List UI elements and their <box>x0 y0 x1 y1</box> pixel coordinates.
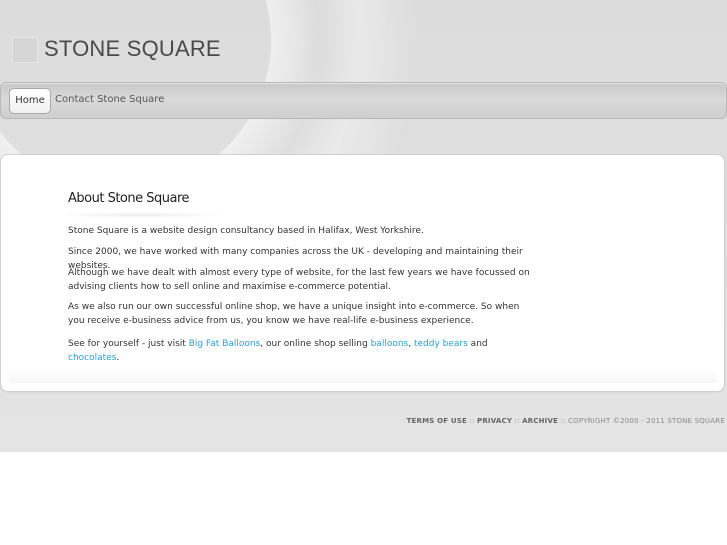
logo-square-icon <box>12 37 38 63</box>
footer-separator: :: <box>467 417 477 425</box>
chocolates-link[interactable]: chocolates <box>68 353 116 363</box>
page-heading: About Stone Square <box>68 191 190 206</box>
period-text: . <box>116 352 120 363</box>
terms-of-use-link[interactable]: TERMS OF USE <box>407 417 467 425</box>
visit-text: See for yourself - just visit <box>68 339 189 349</box>
archive-link[interactable]: ARCHIVE <box>522 417 558 425</box>
ecommerce-paragraph: As we also run our own successful online… <box>68 302 520 326</box>
teddy-bears-link[interactable]: teddy bears <box>414 339 468 349</box>
balloons-link[interactable]: balloons <box>371 339 409 349</box>
intro-paragraph: Stone Square is a website design consult… <box>68 226 424 236</box>
big-fat-balloons-link[interactable]: Big Fat Balloons <box>189 339 261 349</box>
content-panel: About Stone Square Stone Square is a web… <box>0 154 725 392</box>
footer: TERMS OF USE :: PRIVACY :: ARCHIVE :: CO… <box>407 417 725 425</box>
heading-underline <box>68 212 228 218</box>
site-title[interactable]: STONE SQUARE <box>44 36 221 62</box>
copyright-text: :: COPYRIGHT ©2000 - 2011 STONE SQUARE <box>558 417 725 425</box>
nav-home-tab[interactable]: Home <box>9 88 51 114</box>
focus-paragraph: Although we have dealt with almost every… <box>68 268 530 292</box>
main-navigation: Home Contact Stone Square <box>0 82 727 119</box>
and-text: and <box>467 339 488 349</box>
visit-paragraph: See for yourself - just visit Big Fat Ba… <box>68 338 538 365</box>
footer-separator: :: <box>512 417 523 425</box>
privacy-link[interactable]: PRIVACY <box>477 417 512 425</box>
nav-contact-link[interactable]: Contact Stone Square <box>55 88 164 112</box>
shop-text: , our online shop selling <box>260 339 371 349</box>
